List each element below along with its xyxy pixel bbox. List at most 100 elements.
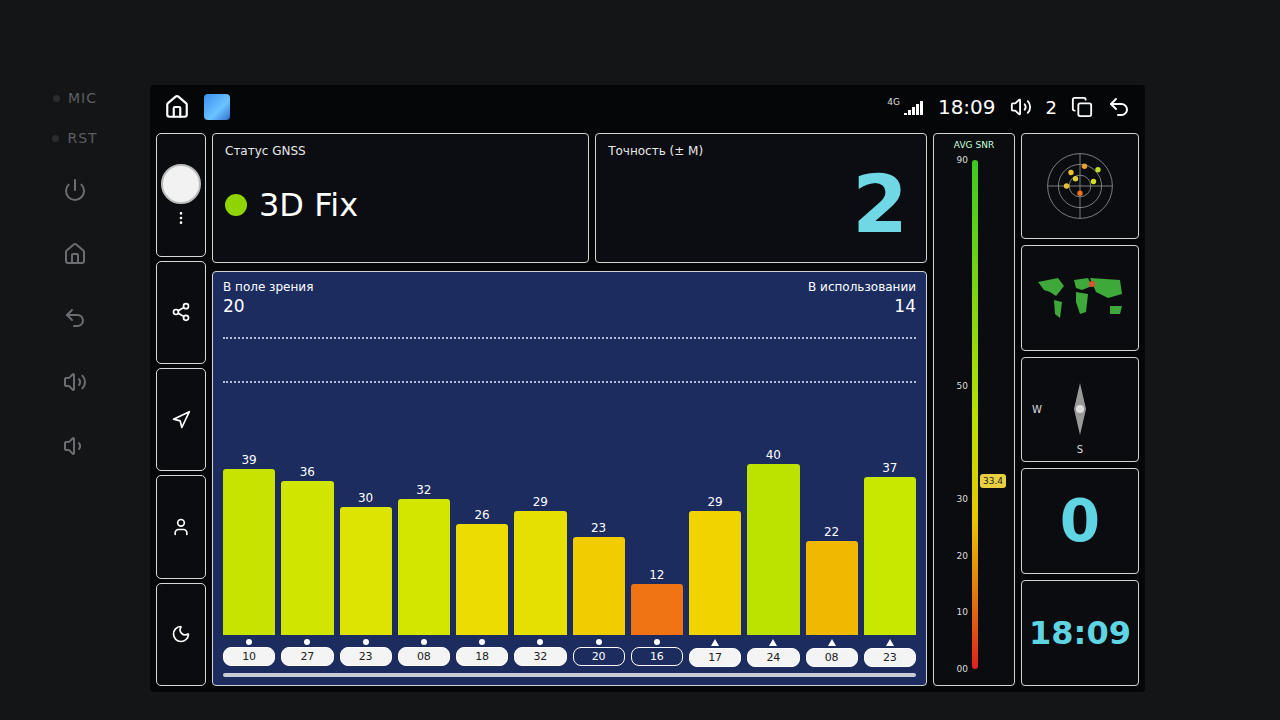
satellite-id: 16	[631, 639, 683, 667]
volume-up-key[interactable]	[55, 362, 95, 402]
satellite-id: 32	[514, 639, 566, 667]
bar-value: 36	[281, 465, 333, 481]
bar-column: 37	[864, 320, 916, 635]
home-icon[interactable]	[164, 94, 190, 120]
bezel-label: RST	[52, 130, 97, 146]
night-mode-button[interactable]	[156, 583, 206, 686]
compass-letter: W	[1032, 404, 1042, 415]
toggle-button[interactable]	[156, 133, 206, 257]
power-icon	[63, 178, 87, 202]
back-icon[interactable]	[1107, 95, 1131, 119]
bar-value: 39	[223, 453, 275, 469]
volume-down-key[interactable]	[55, 426, 95, 466]
bar-column: 29	[514, 320, 566, 635]
sky-view-tile[interactable]	[1021, 133, 1139, 239]
back-icon	[63, 306, 87, 330]
avg-snr-gauge: AVG SNR90503020100033.4	[933, 133, 1015, 686]
triangle-icon	[828, 639, 836, 646]
back-key[interactable]	[55, 298, 95, 338]
gauge-marker: 33.4	[980, 474, 1006, 488]
snr-bar	[340, 507, 392, 635]
dot-icon	[304, 639, 310, 645]
clock-value: 18:09	[1029, 614, 1131, 652]
status-time: 18:09	[938, 95, 996, 119]
app-content: Статус GNSS3D FixТочность (± М)2В поле з…	[150, 129, 1145, 692]
bar-value: 22	[806, 525, 858, 541]
snr-bar	[806, 541, 858, 635]
satellite-id-pill: 08	[806, 648, 858, 667]
more-icon	[173, 210, 189, 226]
triangle-icon	[886, 639, 894, 646]
dot-icon	[479, 639, 485, 645]
chart-header: В поле зрения20 В использовании14	[223, 280, 916, 316]
gauge-tick: 30	[944, 494, 968, 504]
home-icon	[63, 242, 87, 266]
dot-icon	[421, 639, 427, 645]
power-key[interactable]	[55, 170, 95, 210]
dot-icon	[596, 639, 602, 645]
bar-column: 32	[398, 320, 450, 635]
snr-bar	[281, 481, 333, 635]
bar-column: 40	[747, 320, 799, 635]
bar-value: 30	[340, 491, 392, 507]
share-button[interactable]	[156, 261, 206, 364]
panel-title: Точность (± М)	[608, 144, 914, 158]
bar-value: 12	[631, 568, 683, 584]
satellite-id: 08	[806, 639, 858, 667]
bar-column: 39	[223, 320, 275, 635]
in-view: В поле зрения20	[223, 280, 313, 316]
satellite-id-pill: 16	[631, 647, 683, 666]
satellite-id-pill: 10	[223, 647, 275, 666]
profile-button[interactable]	[156, 475, 206, 578]
volume-level: 2	[1046, 97, 1057, 118]
gauge-tick: 50	[944, 381, 968, 391]
bar-value: 29	[689, 495, 741, 511]
app-icon[interactable]	[204, 94, 230, 120]
gauge-tick: 00	[944, 664, 968, 674]
top-row: Статус GNSS3D FixТочность (± М)2	[212, 133, 927, 263]
tiles-column: WS0 18:09	[1021, 133, 1139, 686]
satellite-id-pill: 18	[456, 647, 508, 666]
windows-icon[interactable]	[1071, 96, 1093, 118]
gnss-status-panel: Статус GNSS3D Fix	[212, 133, 589, 263]
gauge-tick: 90	[944, 155, 968, 165]
dot-icon	[537, 639, 543, 645]
dot-icon	[246, 639, 252, 645]
fix-row: 3D Fix	[225, 158, 576, 252]
in-use: В использовании14	[808, 280, 916, 316]
snr-chart: В поле зрения20 В использовании14 39 36 30 32…	[212, 271, 927, 686]
satellite-id-pill: 27	[281, 647, 333, 666]
main-area: Статус GNSS3D FixТочность (± М)2В поле з…	[212, 133, 927, 686]
bar-value: 32	[398, 483, 450, 499]
volume-up-icon	[63, 370, 87, 394]
bar-column: 26	[456, 320, 508, 635]
moon-icon	[171, 624, 191, 644]
satellite-id-pill: 08	[398, 647, 450, 666]
compass-tile[interactable]: WS	[1021, 357, 1139, 463]
satellite-id: 24	[747, 639, 799, 667]
navigation-icon	[171, 410, 191, 430]
speed-tile[interactable]: 0	[1021, 468, 1139, 574]
scroll-bar	[223, 673, 916, 677]
bezel-label: MIC	[53, 90, 97, 106]
bezel-dot	[52, 135, 59, 142]
snr-bar	[689, 511, 741, 635]
satellite-id: 08	[398, 639, 450, 667]
bar-column: 36	[281, 320, 333, 635]
gauge-tick: 10	[944, 607, 968, 617]
satellite-id: 23	[864, 639, 916, 667]
bar-value: 29	[514, 495, 566, 511]
bar-column: 23	[573, 320, 625, 635]
bar-value: 23	[573, 521, 625, 537]
screen: 4G18:092Статус GNSS3D FixТочность (± М)2…	[150, 85, 1145, 692]
grid-line	[223, 337, 916, 339]
navigation-button[interactable]	[156, 368, 206, 471]
world-map-tile[interactable]	[1021, 245, 1139, 351]
bar-value: 40	[747, 448, 799, 464]
triangle-icon	[711, 639, 719, 646]
snr-bar	[631, 584, 683, 635]
bar-row: 39 36 30 32 26 29 23 12 29 40 22 37	[223, 320, 916, 635]
clock-tile[interactable]: 18:09	[1021, 580, 1139, 686]
home-key[interactable]	[55, 234, 95, 274]
snr-bar	[747, 464, 799, 635]
